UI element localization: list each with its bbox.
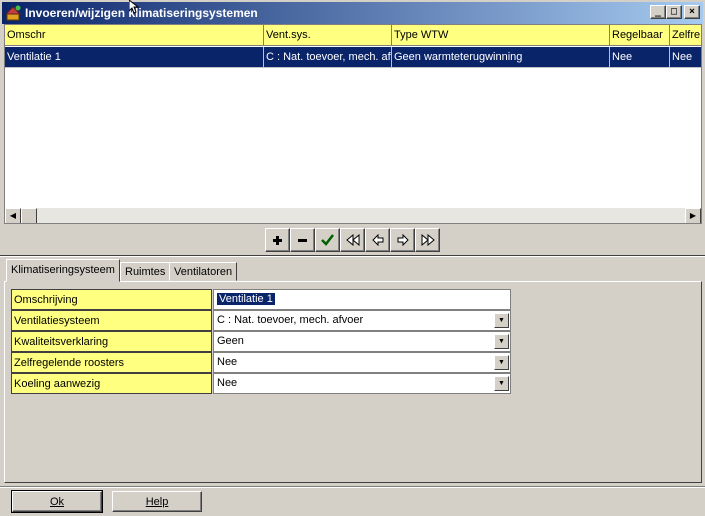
ventilatiesysteem-select[interactable]: C : Nat. toevoer, mech. afvoer ▼ <box>213 310 511 331</box>
record-navigator <box>265 228 440 252</box>
ok-button[interactable]: Ok <box>11 490 103 513</box>
delete-record-button[interactable] <box>290 228 315 252</box>
table-cell[interactable]: C : Nat. toevoer, mech. afv <box>264 47 392 68</box>
field-value: Ventilatie 1 <box>217 293 275 305</box>
omschrijving-input[interactable]: Ventilatie 1 <box>213 289 511 310</box>
field-label: Omschrijving <box>11 289 212 310</box>
field-value: Geen <box>217 335 244 347</box>
splitter[interactable] <box>0 255 705 257</box>
maximize-button[interactable]: □ <box>666 5 682 19</box>
first-icon <box>345 234 359 246</box>
divider <box>0 486 705 488</box>
chevron-down-icon[interactable]: ▼ <box>494 355 509 370</box>
column-header-zelfregelend[interactable]: Zelfre <box>670 25 701 46</box>
field-label: Ventilatiesysteem <box>11 310 212 331</box>
tab-ruimtes[interactable]: Ruimtes <box>120 262 171 281</box>
table-cell[interactable]: Geen warmteterugwinning <box>392 47 610 68</box>
field-label: Koeling aanwezig <box>11 373 212 394</box>
table-cell[interactable]: Ventilatie 1 <box>5 47 264 68</box>
field-value: Nee <box>217 356 238 368</box>
title-bar: Invoeren/wijzigen klimatiseringsystemen … <box>0 0 705 24</box>
column-header-regelbaar[interactable]: Regelbaar <box>610 25 670 46</box>
scroll-right-icon[interactable]: ▶ <box>685 208 701 223</box>
koeling-aanwezig-select[interactable]: Nee ▼ <box>213 373 511 394</box>
help-button[interactable]: Help <box>112 491 202 512</box>
prior-record-button[interactable] <box>365 228 390 252</box>
scroll-thumb[interactable] <box>21 208 37 223</box>
last-icon <box>421 234 435 246</box>
column-header-type-wtw[interactable]: Type WTW <box>392 25 610 46</box>
first-record-button[interactable] <box>340 228 365 252</box>
help-label: Help <box>145 496 169 508</box>
next-record-button[interactable] <box>390 228 415 252</box>
column-header-omschr[interactable]: Omschr <box>5 25 264 46</box>
chevron-down-icon[interactable]: ▼ <box>494 376 509 391</box>
mouse-cursor-icon <box>129 0 139 14</box>
column-header-vent-sys[interactable]: Vent.sys. <box>264 25 392 46</box>
last-record-button[interactable] <box>415 228 440 252</box>
zelfregelende-roosters-select[interactable]: Nee ▼ <box>213 352 511 373</box>
chevron-down-icon[interactable]: ▼ <box>494 334 509 349</box>
field-value: C : Nat. toevoer, mech. afvoer <box>217 314 364 326</box>
table-cell[interactable]: Nee <box>610 47 670 68</box>
chevron-down-icon[interactable]: ▼ <box>494 313 509 328</box>
field-value: Nee <box>217 377 238 389</box>
plus-icon <box>273 235 282 245</box>
ok-label: Ok <box>49 496 65 508</box>
kwaliteitsverklaring-select[interactable]: Geen ▼ <box>213 331 511 352</box>
tab-klimatiseringsysteem[interactable]: Klimatiseringsysteem <box>6 259 120 282</box>
minus-icon <box>298 238 307 242</box>
post-record-button[interactable] <box>315 228 340 252</box>
field-label: Kwaliteitsverklaring <box>11 331 212 352</box>
window-title: Invoeren/wijzigen klimatiseringsystemen <box>25 6 258 20</box>
tab-ventilatoren[interactable]: Ventilatoren <box>169 262 238 281</box>
scroll-left-icon[interactable]: ◀ <box>5 208 21 223</box>
grid-header: Omschr Vent.sys. Type WTW Regelbaar Zelf… <box>5 25 701 46</box>
next-icon <box>397 234 409 246</box>
app-icon <box>6 5 22 21</box>
minimize-button[interactable]: _ <box>650 5 666 19</box>
check-icon <box>321 234 334 246</box>
prior-icon <box>371 234 383 246</box>
systems-grid[interactable]: Omschr Vent.sys. Type WTW Regelbaar Zelf… <box>4 24 702 224</box>
insert-record-button[interactable] <box>265 228 290 252</box>
table-row[interactable]: Ventilatie 1 C : Nat. toevoer, mech. afv… <box>5 47 701 68</box>
table-cell[interactable]: Nee <box>670 47 701 68</box>
horizontal-scrollbar[interactable]: ◀ ▶ <box>5 208 701 223</box>
field-label: Zelfregelende roosters <box>11 352 212 373</box>
close-button[interactable]: × <box>684 5 700 19</box>
